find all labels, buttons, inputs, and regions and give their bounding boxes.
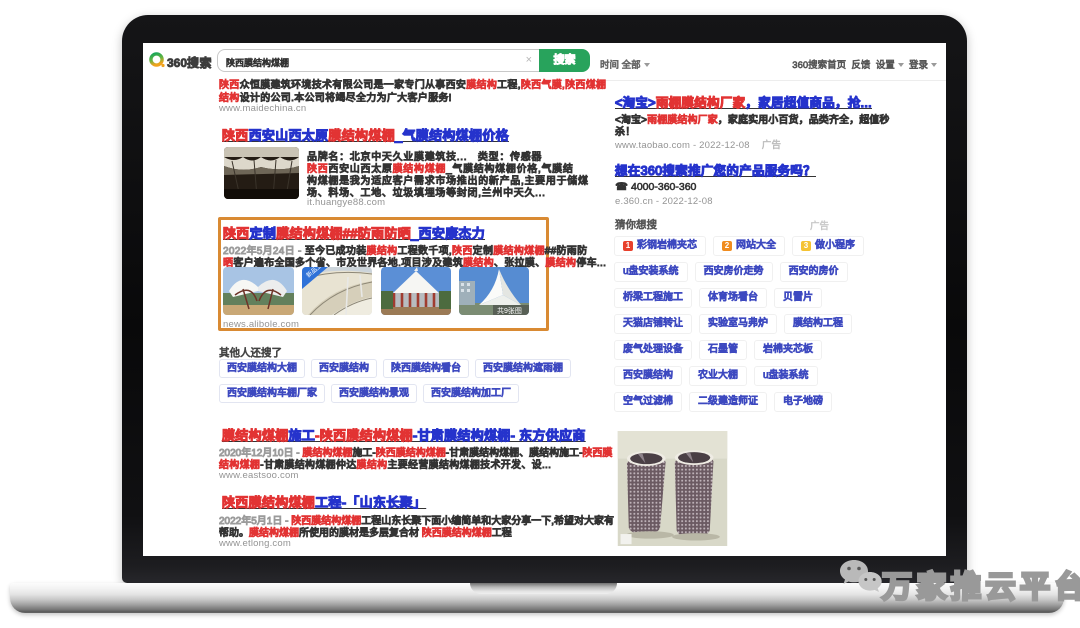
svg-text:共9张图: 共9张图: [497, 306, 522, 315]
